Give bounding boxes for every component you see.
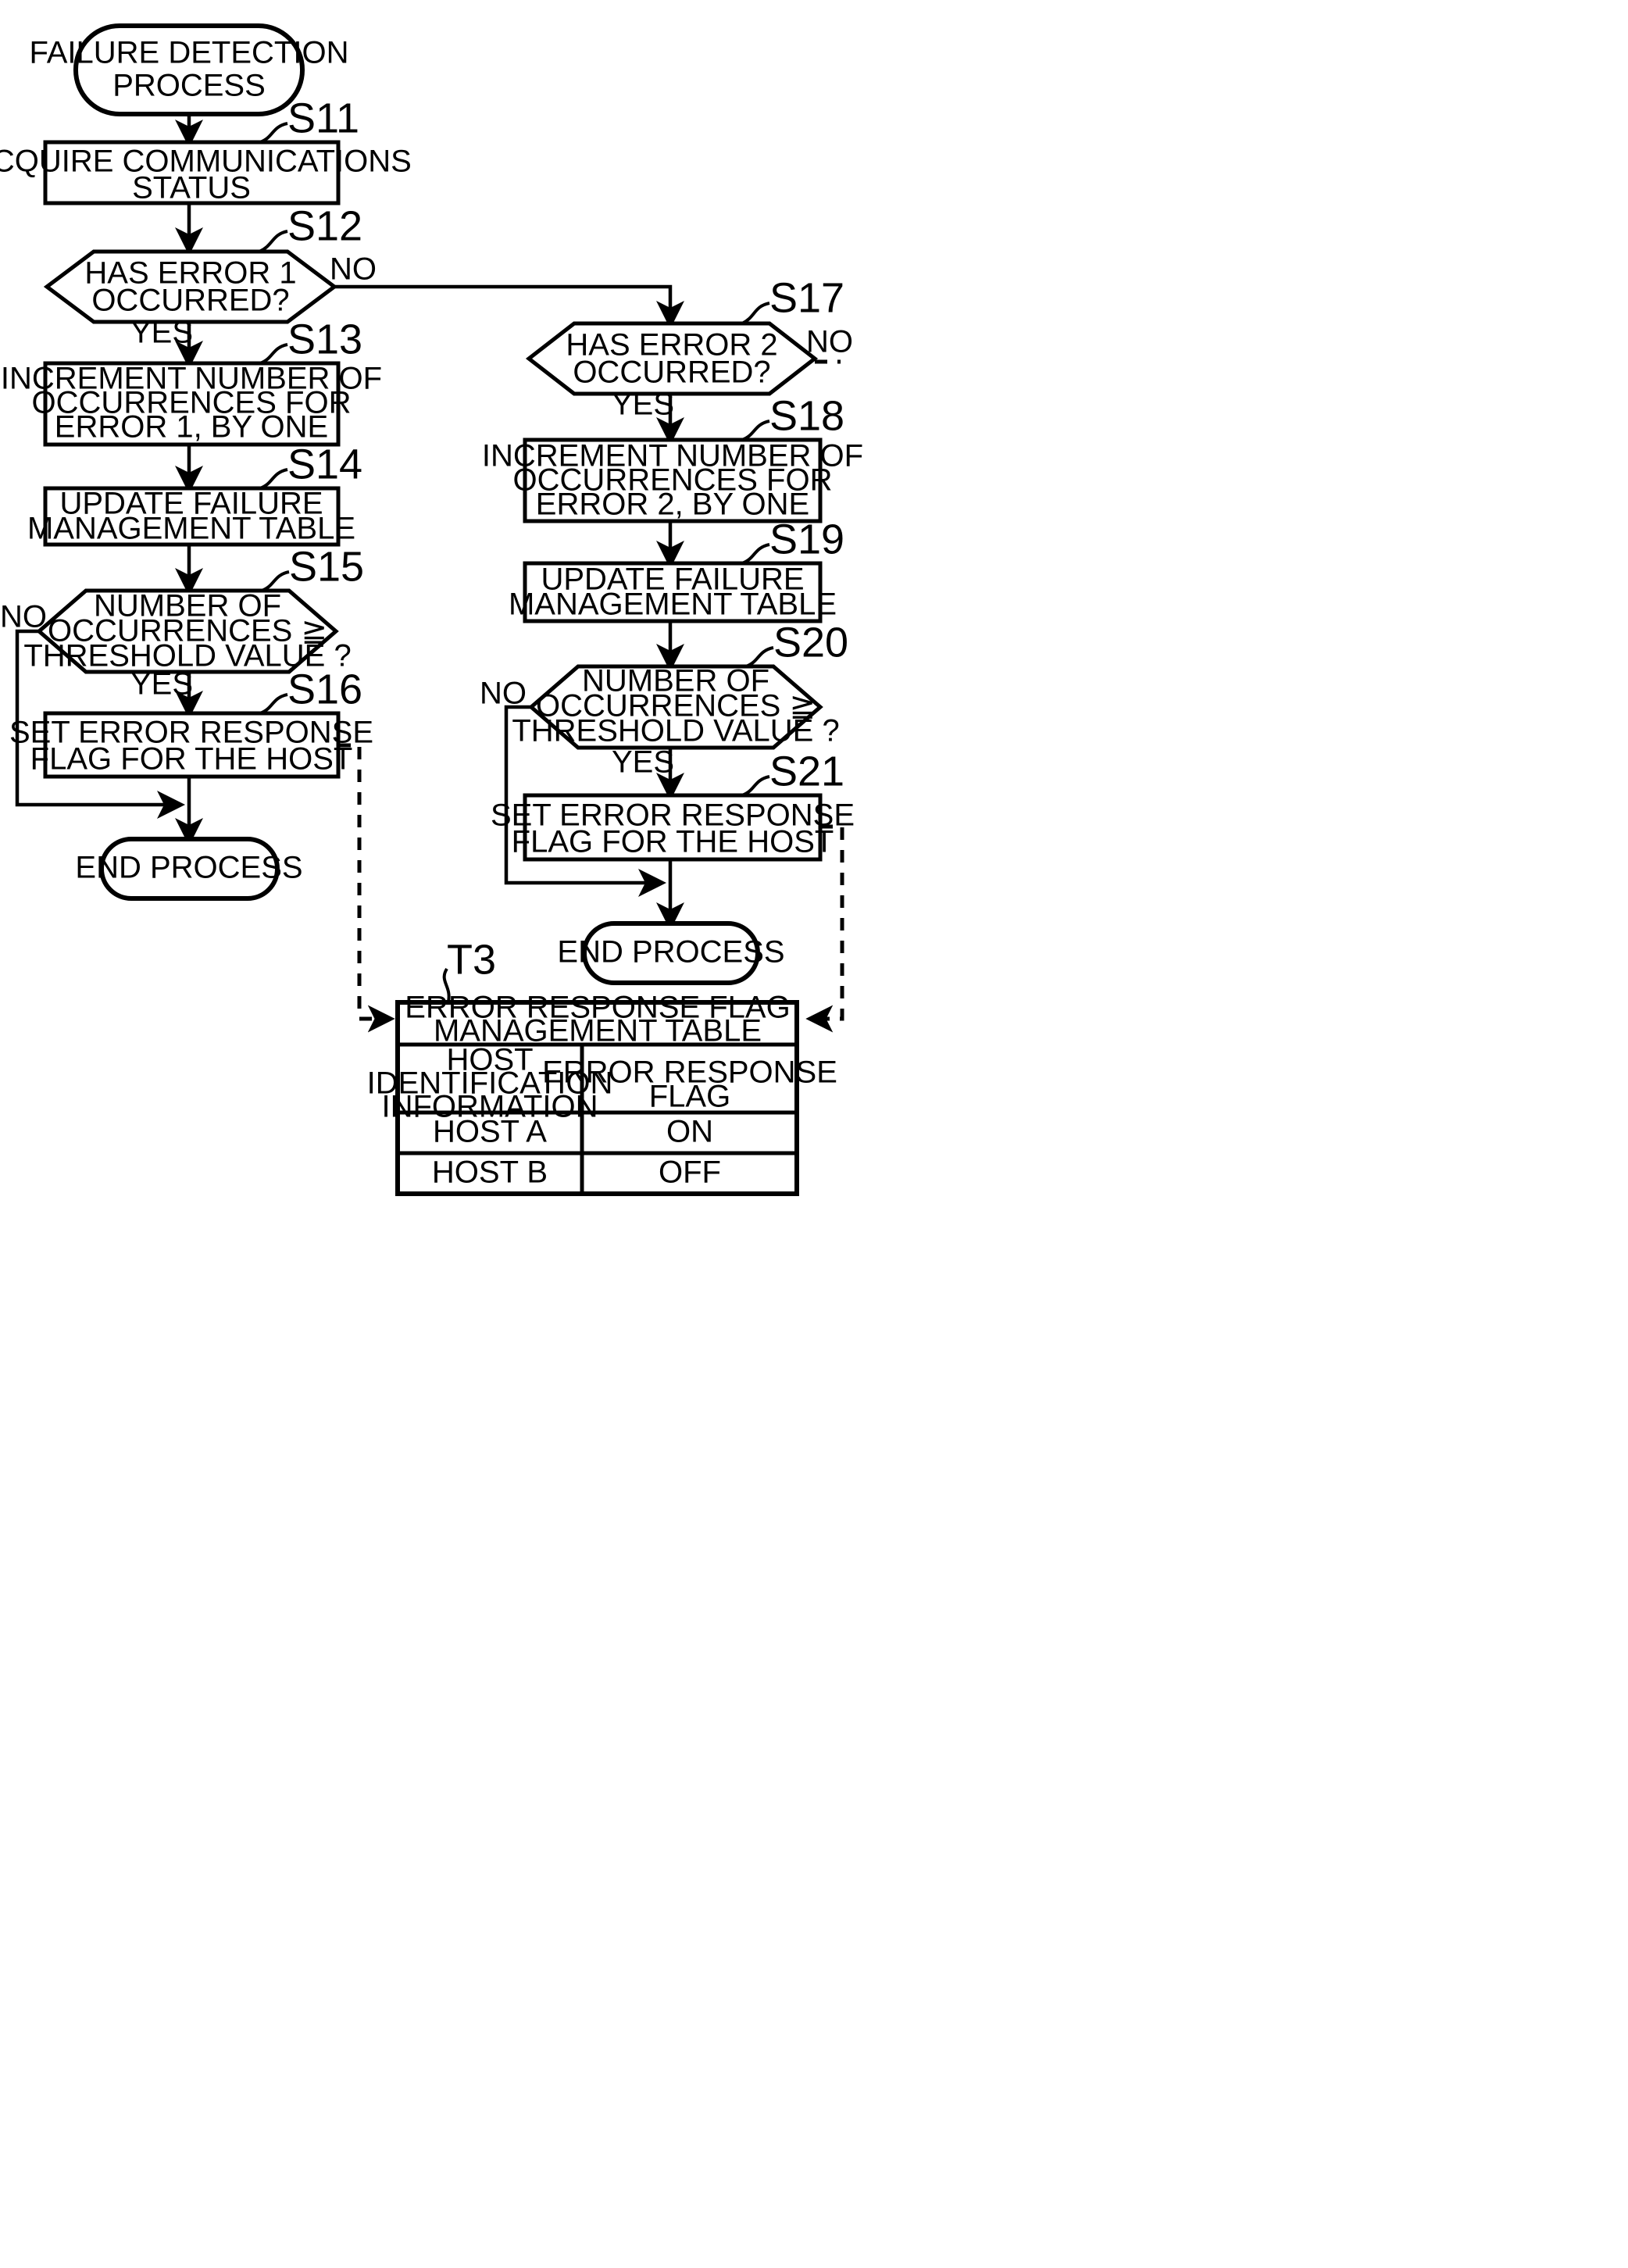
- decision-s17: HAS ERROR 2 OCCURRED?: [525, 321, 819, 396]
- process-s21-line-2: FLAG FOR THE HOST: [512, 825, 834, 859]
- branch-label-s12-yes: YES: [130, 316, 193, 350]
- process-s18: INCREMENT NUMBER OF OCCURRENCES FOR ERRO…: [482, 438, 863, 523]
- table-cell-host-1: HOST B: [432, 1155, 548, 1190]
- step-tag-s13: S13: [287, 316, 362, 363]
- process-s13: INCREMENT NUMBER OF OCCURRENCES FOR ERRO…: [1, 361, 382, 447]
- end-terminator-right: END PROCESS: [557, 921, 785, 985]
- process-s14-line-2: MANAGEMENT TABLE: [27, 512, 355, 546]
- decision-s12-line-2: OCCURRED?: [91, 284, 289, 318]
- start-terminator-line-1: FAILURE DETECTION: [30, 36, 349, 70]
- start-terminator-line-2: PROCESS: [112, 69, 266, 103]
- step-tag-s17: S17: [769, 274, 844, 321]
- decision-s20: NUMBER OF OCCURRENCES ≧ THRESHOLD VALUE …: [512, 664, 840, 750]
- process-s16: SET ERROR RESPONSE FLAG FOR THE HOST: [9, 711, 373, 779]
- decision-s15: NUMBER OF OCCURRENCES ≧ THRESHOLD VALUE …: [23, 588, 352, 674]
- leader-s18: [741, 420, 770, 441]
- branch-label-s12-no: NO: [330, 252, 377, 287]
- leader-s13: [259, 343, 288, 365]
- error-response-flag-table: ERROR RESPONSE FLAG MANAGEMENT TABLE HOS…: [367, 991, 837, 1196]
- connector-s12-no-to-s17: [334, 284, 684, 329]
- leader-s17: [741, 302, 770, 325]
- dashed-connector-s16-to-table: [338, 743, 395, 1033]
- step-tag-s16: S16: [287, 666, 362, 713]
- leader-s11: [259, 122, 288, 144]
- step-tag-s12: S12: [287, 202, 362, 249]
- process-s19: UPDATE FAILURE MANAGEMENT TABLE: [509, 561, 837, 623]
- branch-label-s17-no: NO: [806, 325, 853, 359]
- end-terminator-left: END PROCESS: [75, 837, 303, 901]
- process-s21: SET ERROR RESPONSE FLAG FOR THE HOST: [491, 793, 855, 862]
- step-tag-s21: S21: [769, 748, 844, 795]
- process-s13-line-3: ERROR 1, BY ONE: [55, 410, 328, 445]
- branch-label-s20-yes: YES: [612, 745, 674, 780]
- table-cell-flag-0: ON: [666, 1115, 713, 1149]
- table-cell-host-0: HOST A: [433, 1115, 547, 1149]
- step-tag-s20: S20: [773, 619, 848, 666]
- step-tag-s11: S11: [287, 95, 359, 141]
- branch-label-s15-no: NO: [0, 600, 47, 634]
- branch-label-s17-yes: YES: [612, 388, 674, 422]
- process-s18-line-3: ERROR 2, BY ONE: [536, 488, 809, 522]
- end-terminator-left-label: END PROCESS: [75, 851, 302, 885]
- decision-s17-line-2: OCCURRED?: [573, 355, 770, 390]
- table-header-flag-line-2: FLAG: [649, 1080, 730, 1114]
- step-tag-s19: S19: [769, 516, 844, 563]
- branch-label-s15-yes: YES: [130, 667, 193, 702]
- leader-s19: [741, 543, 770, 565]
- step-tag-s15: S15: [289, 543, 364, 590]
- step-tag-t3: T3: [447, 936, 496, 983]
- process-s16-line-2: FLAG FOR THE HOST: [30, 742, 353, 777]
- step-tag-s14: S14: [287, 441, 362, 488]
- end-terminator-right-label: END PROCESS: [557, 935, 784, 970]
- leader-s15: [261, 570, 290, 592]
- table-cell-flag-1: OFF: [659, 1155, 721, 1190]
- leader-s21: [741, 775, 770, 797]
- process-s11-line-2: STATUS: [132, 171, 251, 205]
- process-s19-line-2: MANAGEMENT TABLE: [509, 588, 837, 622]
- process-s11: ACQUIRE COMMUNICATIONS STATUS: [0, 140, 412, 205]
- decision-s12: HAS ERROR 1 OCCURRED?: [43, 249, 338, 324]
- step-tag-s18: S18: [769, 392, 844, 439]
- process-s14: UPDATE FAILURE MANAGEMENT TABLE: [27, 486, 355, 547]
- flowchart-diagram: FAILURE DETECTION PROCESS ACQUIRE COMMUN…: [0, 0, 1628, 2268]
- leader-s14: [259, 468, 288, 490]
- leader-s16: [259, 693, 288, 715]
- flowchart-canvas: FAILURE DETECTION PROCESS ACQUIRE COMMUN…: [0, 23, 863, 1196]
- decision-s20-line-3: THRESHOLD VALUE ?: [512, 714, 839, 748]
- leader-s12: [259, 230, 288, 253]
